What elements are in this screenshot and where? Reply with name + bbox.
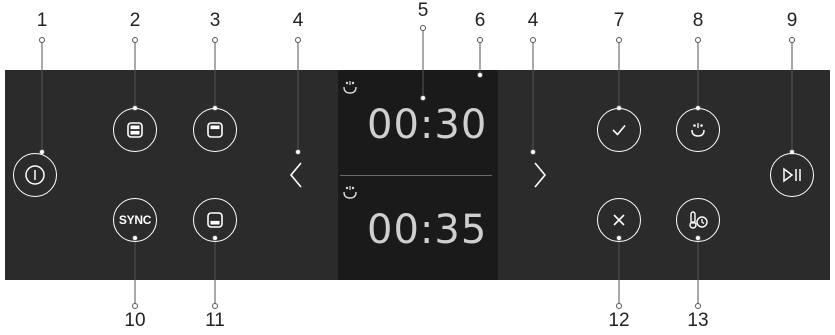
callout-number-9: 9: [786, 10, 798, 31]
start-pause-icon: [783, 167, 801, 183]
close-icon: [613, 214, 625, 226]
timer-bottom: 00:35: [367, 207, 488, 253]
control-panel-diagram: 1 2 3 4 5 6 4 7 8 9 10 11 12 13 SYNC 00:…: [0, 0, 835, 335]
start-pause-button[interactable]: [770, 153, 814, 197]
timer-top: 00:30: [367, 102, 488, 148]
callout-number-8: 8: [692, 10, 704, 31]
steam-clean-icon-lower: [343, 186, 357, 199]
top-cavity-icon: [207, 122, 223, 138]
cancel-button[interactable]: [597, 198, 641, 242]
full-cavity-button[interactable]: [113, 108, 157, 152]
top-cavity-button[interactable]: [193, 108, 237, 152]
callout-number-6: 6: [474, 10, 486, 31]
sync-button[interactable]: SYNC: [113, 198, 157, 242]
callout-number-10: 10: [124, 310, 146, 331]
callout-number-12: 12: [608, 310, 630, 331]
callout-number-2: 2: [129, 10, 141, 31]
sync-icon: SYNC: [118, 213, 152, 227]
steam-icon: [691, 123, 705, 137]
callout-number-4a: 4: [292, 10, 304, 31]
callout-number-3: 3: [209, 10, 221, 31]
steam-clean-icon: [343, 81, 357, 94]
callout-dot-1: [39, 37, 45, 43]
callout-number-11: 11: [205, 310, 225, 331]
temperature-timer-button[interactable]: [676, 198, 720, 242]
callout-number-4b: 4: [527, 10, 539, 31]
bottom-cavity-button[interactable]: [193, 198, 237, 242]
chevron-left-icon[interactable]: [288, 161, 304, 189]
power-icon: [25, 165, 45, 185]
bottom-cavity-icon: [207, 212, 223, 228]
power-button[interactable]: [13, 153, 57, 197]
checkmark-icon: [612, 124, 626, 136]
temperature-timer-icon: [689, 211, 708, 229]
chevron-right-icon[interactable]: [532, 161, 548, 189]
confirm-button[interactable]: [597, 108, 641, 152]
callout-number-1: 1: [36, 10, 48, 31]
callout-number-13: 13: [687, 310, 709, 331]
callout-number-5: 5: [417, 0, 429, 21]
full-cavity-icon: [127, 122, 143, 138]
steam-function-button[interactable]: [676, 108, 720, 152]
display-divider: [340, 175, 492, 176]
callout-number-7: 7: [613, 10, 625, 31]
